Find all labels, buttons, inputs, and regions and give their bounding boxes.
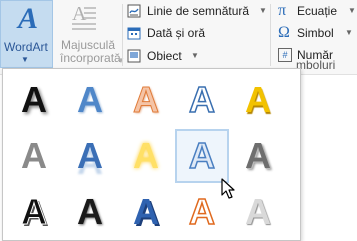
- wordart-style-black-dark[interactable]: A: [65, 187, 115, 237]
- symbols-group-label: mboluri: [296, 58, 336, 72]
- pi-icon: π: [278, 2, 287, 19]
- date-time-label: Dată și oră: [147, 26, 206, 40]
- wordart-style-silver[interactable]: A: [233, 187, 283, 237]
- wordart-style-gallery: A A A A A A A A A A A A A A A: [2, 68, 301, 241]
- insert-ribbon: A WordArt ▼ A Majusculă încorporată ▼ Li…: [0, 0, 357, 75]
- wordart-style-black-outline[interactable]: A: [9, 187, 59, 237]
- signature-line-icon: [127, 4, 141, 18]
- group-divider: [122, 4, 123, 66]
- wordart-style-gray-bevel[interactable]: A: [233, 131, 283, 181]
- chevron-down-icon: ▼: [348, 6, 356, 15]
- wordart-button[interactable]: A WordArt ▼: [0, 0, 53, 68]
- chevron-down-icon: ▼: [191, 51, 199, 60]
- drop-cap-label-line2: încorporată: [60, 51, 121, 65]
- drop-cap-label: Majusculă încorporată: [60, 39, 121, 65]
- signature-line-button[interactable]: Linie de semnătură ▼: [127, 2, 267, 20]
- drop-cap-icon: A: [72, 4, 96, 32]
- wordart-style-orange-white[interactable]: A: [177, 187, 227, 237]
- date-time-button[interactable]: Dată și oră: [127, 24, 227, 42]
- chevron-down-icon: ▼: [117, 56, 125, 65]
- wordart-style-orange-outline[interactable]: A: [121, 75, 171, 125]
- chevron-down-icon: ▼: [21, 55, 29, 64]
- mouse-cursor-icon: [221, 178, 235, 199]
- symbol-label: Simbol: [297, 26, 334, 40]
- wordart-style-blue-bevel[interactable]: A: [121, 187, 171, 237]
- wordart-style-yellow-glow[interactable]: A: [121, 131, 171, 181]
- object-button[interactable]: Obiect ▼: [127, 47, 267, 65]
- signature-line-label: Linie de semnătură: [147, 4, 250, 18]
- wordart-style-blue-gradient[interactable]: A: [65, 75, 115, 125]
- chevron-down-icon: ▼: [259, 6, 267, 15]
- equation-label: Ecuație: [297, 4, 338, 18]
- wordart-style-blue-outline-fill[interactable]: A: [175, 129, 229, 183]
- wordart-style-black-shadow[interactable]: A: [9, 75, 59, 125]
- wordart-style-gray-gradient[interactable]: A: [9, 131, 59, 181]
- equation-button[interactable]: π Ecuație ▼: [278, 2, 356, 20]
- drop-cap-button[interactable]: A Majusculă încorporată ▼: [55, 0, 125, 68]
- group-divider: [270, 4, 271, 66]
- symbol-button[interactable]: Ω Simbol ▼: [278, 24, 356, 42]
- omega-icon: Ω: [278, 24, 290, 41]
- object-icon: [127, 49, 141, 63]
- object-label: Obiect: [147, 49, 182, 63]
- wordart-label: WordArt: [4, 40, 48, 54]
- wordart-style-blue-outline[interactable]: A: [177, 75, 227, 125]
- calendar-icon: [127, 27, 141, 40]
- hash-icon: #: [278, 48, 292, 62]
- wordart-style-gold[interactable]: A: [233, 75, 283, 125]
- wordart-icon: A: [17, 2, 38, 35]
- chevron-down-icon: ▼: [345, 28, 353, 37]
- wordart-style-blue-reflection[interactable]: A: [65, 131, 115, 181]
